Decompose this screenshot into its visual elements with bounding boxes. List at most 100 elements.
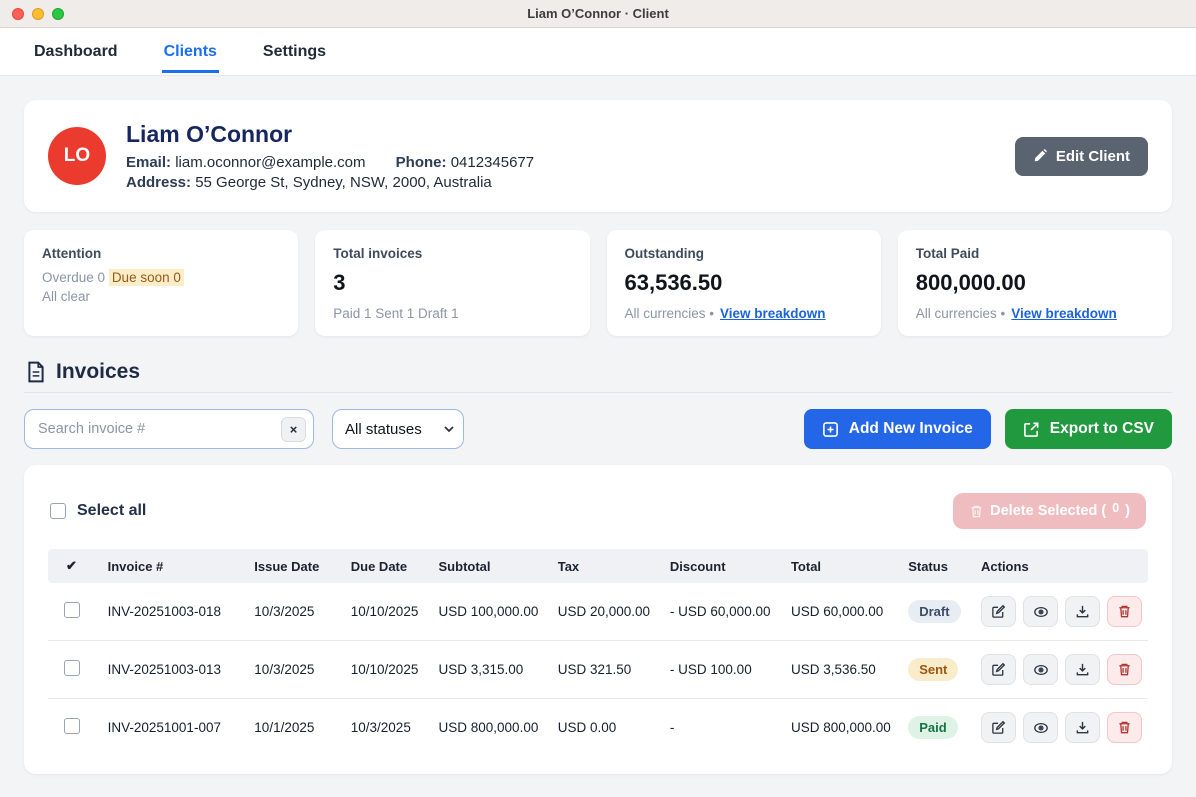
select-all-label: Select all bbox=[77, 502, 146, 520]
col-issue-date: Issue Date bbox=[254, 549, 350, 583]
clear-search-button[interactable]: × bbox=[281, 417, 306, 442]
nav-tab-clients[interactable]: Clients bbox=[162, 31, 219, 73]
issue-date: 10/3/2025 bbox=[254, 641, 350, 699]
pencil-icon bbox=[1033, 149, 1047, 163]
edit-invoice-button[interactable] bbox=[981, 596, 1016, 627]
phone-label: Phone: bbox=[396, 154, 447, 171]
delete-selected-button[interactable]: Delete Selected ( 0 ) bbox=[953, 493, 1146, 529]
export-to-csv-button[interactable]: Export to CSV bbox=[1005, 409, 1172, 449]
tax: USD 0.00 bbox=[558, 699, 670, 757]
document-icon bbox=[26, 361, 46, 383]
all-currencies-note: All currencies • bbox=[916, 306, 1006, 321]
section-divider bbox=[24, 392, 1172, 393]
invoice-number: INV-20251003-013 bbox=[108, 641, 255, 699]
edit-invoice-button[interactable] bbox=[981, 712, 1016, 743]
search-input[interactable] bbox=[24, 409, 314, 449]
address-label: Address: bbox=[126, 174, 191, 191]
stat-card-attention: Attention Overdue 0 Due soon 0 All clear bbox=[24, 230, 298, 336]
all-clear-text: All clear bbox=[42, 289, 280, 304]
nav-tab-dashboard[interactable]: Dashboard bbox=[32, 31, 120, 73]
table-top-bar: Select all Delete Selected ( 0 ) bbox=[50, 493, 1146, 529]
table-header: ✔ Invoice # Issue Date Due Date Subtotal… bbox=[48, 549, 1148, 583]
total: USD 60,000.00 bbox=[791, 583, 908, 641]
tax: USD 321.50 bbox=[558, 641, 670, 699]
col-due-date: Due Date bbox=[351, 549, 439, 583]
trash-icon bbox=[969, 504, 984, 519]
stat-card-total-invoices: Total invoices 3 Paid 1 Sent 1 Draft 1 bbox=[315, 230, 589, 336]
view-invoice-button[interactable] bbox=[1023, 712, 1058, 743]
download-invoice-button[interactable] bbox=[1065, 712, 1100, 743]
due-date: 10/10/2025 bbox=[351, 641, 439, 699]
email-label: Email: bbox=[126, 154, 171, 171]
view-breakdown-link[interactable]: View breakdown bbox=[1011, 306, 1117, 321]
due-soon-badge: Due soon 0 bbox=[109, 269, 184, 286]
col-discount: Discount bbox=[670, 549, 791, 583]
row-checkbox[interactable] bbox=[64, 602, 80, 618]
tax: USD 20,000.00 bbox=[558, 583, 670, 641]
edit-client-button[interactable]: Edit Client bbox=[1015, 137, 1148, 176]
col-status: Status bbox=[908, 549, 981, 583]
invoices-title: Invoices bbox=[56, 360, 140, 384]
add-new-invoice-label: Add New Invoice bbox=[849, 420, 973, 438]
status-badge: Sent bbox=[908, 658, 958, 681]
issue-date: 10/3/2025 bbox=[254, 583, 350, 641]
total-paid-value: 800,000.00 bbox=[916, 270, 1154, 296]
issue-date: 10/1/2025 bbox=[254, 699, 350, 757]
row-actions bbox=[981, 654, 1142, 685]
table-row: INV-20251003-013 10/3/2025 10/10/2025 US… bbox=[48, 641, 1148, 699]
col-subtotal: Subtotal bbox=[439, 549, 558, 583]
plus-square-icon bbox=[822, 421, 839, 438]
view-invoice-button[interactable] bbox=[1023, 654, 1058, 685]
col-tax: Tax bbox=[558, 549, 670, 583]
outstanding-value: 63,536.50 bbox=[625, 270, 863, 296]
invoice-number: INV-20251003-018 bbox=[108, 583, 255, 641]
download-invoice-button[interactable] bbox=[1065, 596, 1100, 627]
delete-invoice-button[interactable] bbox=[1107, 712, 1142, 743]
client-info: Liam O’Connor Email: liam.oconnor@exampl… bbox=[126, 121, 1015, 191]
col-check: ✔ bbox=[48, 549, 108, 583]
invoices-toolbar: × All statuses Add New Invoice bbox=[24, 409, 1172, 449]
minimize-window-icon[interactable] bbox=[32, 8, 44, 20]
delete-selected-count: 0 bbox=[1112, 501, 1119, 515]
main-content: LO Liam O’Connor Email: liam.oconnor@exa… bbox=[0, 76, 1196, 774]
subtotal: USD 100,000.00 bbox=[439, 583, 558, 641]
view-invoice-button[interactable] bbox=[1023, 596, 1058, 627]
discount: - USD 100.00 bbox=[670, 641, 791, 699]
col-invoice: Invoice # bbox=[108, 549, 255, 583]
delete-invoice-button[interactable] bbox=[1107, 596, 1142, 627]
row-checkbox[interactable] bbox=[64, 660, 80, 676]
status-filter-select[interactable]: All statuses bbox=[332, 409, 464, 449]
edit-client-label: Edit Client bbox=[1056, 148, 1130, 165]
attention-line: Overdue 0 Due soon 0 bbox=[42, 270, 280, 285]
outstanding-footer: All currencies • View breakdown bbox=[625, 306, 863, 321]
select-all-control: Select all bbox=[50, 502, 146, 520]
zoom-window-icon[interactable] bbox=[52, 8, 64, 20]
edit-invoice-button[interactable] bbox=[981, 654, 1016, 685]
row-actions bbox=[981, 596, 1142, 627]
select-all-checkbox[interactable] bbox=[50, 503, 66, 519]
subtotal: USD 800,000.00 bbox=[439, 699, 558, 757]
export-icon bbox=[1023, 421, 1040, 438]
overdue-count: Overdue 0 bbox=[42, 270, 105, 285]
add-new-invoice-button[interactable]: Add New Invoice bbox=[804, 409, 991, 449]
due-date: 10/3/2025 bbox=[351, 699, 439, 757]
nav-tab-settings[interactable]: Settings bbox=[261, 31, 328, 73]
client-contact-line: Email: liam.oconnor@example.com Phone: 0… bbox=[126, 154, 1015, 171]
phone-value: 0412345677 bbox=[451, 154, 534, 171]
total: USD 800,000.00 bbox=[791, 699, 908, 757]
close-window-icon[interactable] bbox=[12, 8, 24, 20]
view-breakdown-link[interactable]: View breakdown bbox=[720, 306, 826, 321]
invoice-number: INV-20251001-007 bbox=[108, 699, 255, 757]
stat-title: Attention bbox=[42, 246, 280, 261]
total-paid-footer: All currencies • View breakdown bbox=[916, 306, 1154, 321]
row-actions bbox=[981, 712, 1142, 743]
status-filter-wrap: All statuses bbox=[332, 409, 464, 449]
stat-title: Outstanding bbox=[625, 246, 863, 261]
stat-card-outstanding: Outstanding 63,536.50 All currencies • V… bbox=[607, 230, 881, 336]
download-invoice-button[interactable] bbox=[1065, 654, 1100, 685]
avatar: LO bbox=[48, 127, 106, 185]
row-checkbox[interactable] bbox=[64, 718, 80, 734]
delete-invoice-button[interactable] bbox=[1107, 654, 1142, 685]
invoices-table-card: Select all Delete Selected ( 0 ) bbox=[24, 465, 1172, 774]
discount: - USD 60,000.00 bbox=[670, 583, 791, 641]
